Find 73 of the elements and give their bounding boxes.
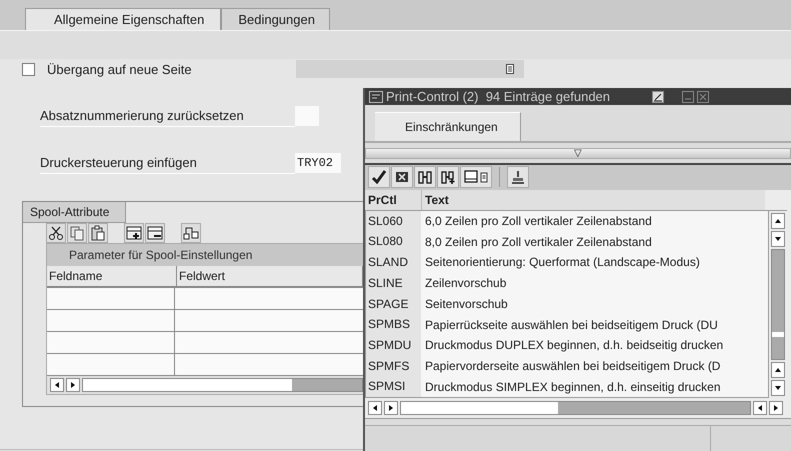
code-cell: SPMSI [366, 376, 421, 397]
text-cell-text: Papierrückseite auswählen bei beidseitigem Druck (DU [424, 318, 719, 332]
print-icon[interactable] [460, 166, 492, 188]
binoculars-icon[interactable] [414, 166, 436, 188]
add-row-icon[interactable] [124, 223, 144, 243]
code-cell: SL080 [366, 231, 421, 252]
code-cell: SPAGE [366, 294, 421, 314]
group-title: Spool-Attribute [23, 202, 126, 223]
scroll-up-icon[interactable] [771, 212, 785, 229]
stamp-icon[interactable] [507, 166, 529, 188]
field-label: Druckersteuerung einfügen [40, 152, 295, 174]
window-title: Print-Control (2) 94 Einträge gefunden [386, 89, 610, 104]
table-row[interactable]: SPMSI Druckmodus SIMPLEX beginnen, d.h. einseitig drucken [366, 376, 768, 397]
remove-row-icon[interactable] [145, 223, 165, 243]
column-header[interactable]: PrCtl [365, 190, 422, 210]
close-icon[interactable] [697, 90, 710, 103]
tab[interactable]: Einschränkungen [375, 112, 521, 141]
scroll-left-icon[interactable] [50, 378, 64, 392]
scroll-right-icon[interactable] [66, 378, 80, 392]
text-cell-text: Seitenorientierung: Querformat (Landscape-Modus) [424, 255, 701, 270]
scroll-left-icon[interactable] [753, 400, 767, 415]
scroll-down-icon[interactable] [771, 380, 785, 396]
input-field[interactable] [295, 106, 319, 126]
scroll-up-icon[interactable] [771, 362, 785, 378]
code-cell: SPMDU [366, 334, 421, 356]
scissors-icon[interactable] [46, 223, 66, 243]
table-row[interactable]: SPAGE Seitenvorschub [366, 294, 768, 314]
text-cell-text: Druckmodus DUPLEX beginnen, d.h. beidseitig drucken [424, 338, 724, 352]
scroll-left-icon[interactable] [368, 400, 382, 415]
collapse-bar[interactable]: ▽ [365, 148, 791, 159]
list-icon [506, 64, 514, 74]
code-cell: SLAND [366, 252, 421, 273]
scroll-right-icon[interactable] [384, 400, 398, 415]
vertical-scrollbar[interactable] [769, 210, 787, 398]
code-cell: SL060 [366, 210, 421, 232]
table-row[interactable]: SPMDU Druckmodus DUPLEX beginnen, d.h. beidseitig drucken [366, 334, 768, 356]
input-field[interactable]: TRY02 [295, 153, 341, 173]
field-label: Absatznummerierung zurücksetzen [40, 106, 295, 126]
column-header[interactable]: Text [422, 190, 765, 210]
cancel-icon[interactable] [391, 166, 413, 188]
text-cell-text: Papiervorderseite auswählen bei beidseitigem Druck (D [424, 358, 722, 373]
table-row[interactable]: SPMBS Papierrückseite auswählen bei beidseitigem Druck (DU [366, 314, 768, 335]
grid-title: Parameter für Spool-Einstellungen [47, 244, 363, 266]
scroll-right-icon[interactable] [769, 400, 783, 415]
text-cell-text: Seitenvorschub [424, 296, 509, 311]
window-icon [369, 90, 383, 103]
checkbox-label: Übergang auf neue Seite [47, 62, 193, 76]
dropdown-field[interactable] [296, 60, 524, 78]
paste-icon[interactable] [88, 223, 108, 243]
minimize-icon[interactable] [682, 90, 694, 103]
table-row[interactable]: SL060 6,0 Zeilen pro Zoll vertikaler Zeilenabstand [366, 210, 768, 232]
table-row[interactable]: SLAND Seitenorientierung: Querformat (Landscape-Modus) [366, 252, 768, 273]
code-cell: SPMBS [366, 314, 421, 335]
text-cell-text: 6,0 Zeilen pro Zoll vertikaler Zeilenabstand [424, 214, 653, 228]
table-row[interactable]: SPMFS Papiervorderseite auswählen bei beidseitigem Druck (D [366, 356, 768, 376]
table-row[interactable]: SLINE Zeilenvorschub [366, 272, 768, 294]
copy-icon[interactable] [67, 223, 87, 243]
code-cell: SPMFS [366, 356, 421, 376]
text-cell-text: 8,0 Zeilen pro Zoll vertikaler Zeilenabstand [424, 234, 653, 249]
column-header[interactable]: Feldname [47, 266, 177, 286]
tab[interactable]: Bedingungen [221, 8, 330, 30]
hierarchy-icon[interactable] [181, 223, 201, 243]
checkmark-icon[interactable] [368, 166, 390, 188]
tab[interactable]: Allgemeine Eigenschaften [25, 8, 222, 30]
scroll-down-icon[interactable] [771, 230, 785, 247]
binoculars-plus-icon[interactable] [437, 166, 459, 188]
code-cell: SLINE [366, 272, 421, 294]
horizontal-scrollbar[interactable] [47, 376, 363, 394]
settings-icon[interactable] [652, 90, 664, 103]
table-row[interactable]: SL080 8,0 Zeilen pro Zoll vertikaler Zeilenabstand [366, 231, 768, 252]
text-cell-text: Druckmodus SIMPLEX beginnen, d.h. einseitig drucken [424, 380, 722, 394]
checkbox[interactable] [22, 62, 35, 76]
text-cell-text: Zeilenvorschub [424, 276, 508, 290]
